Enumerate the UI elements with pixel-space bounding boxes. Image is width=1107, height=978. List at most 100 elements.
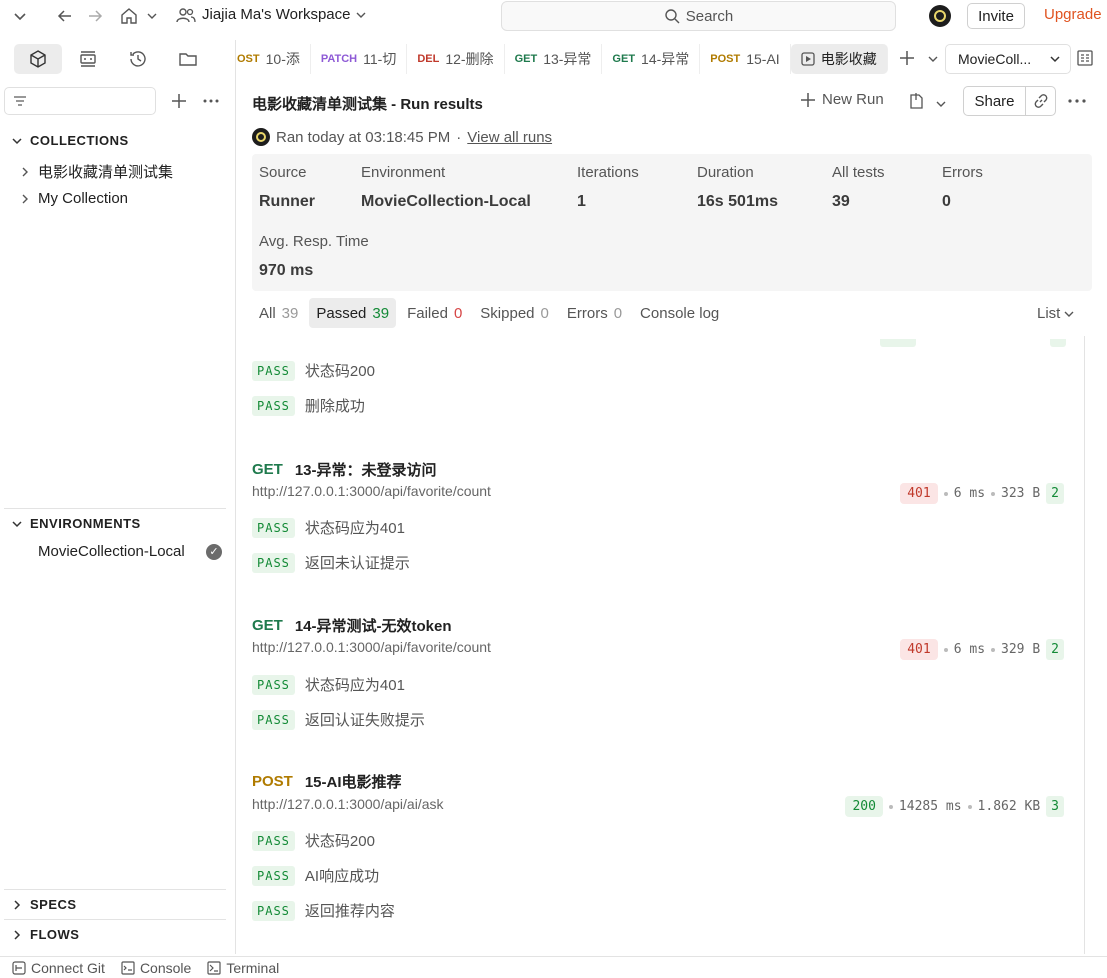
collections-section-header[interactable]: COLLECTIONS	[12, 133, 129, 148]
summary-all-tests: All tests 39	[832, 164, 885, 211]
environments-title: ENVIRONMENTS	[30, 516, 141, 531]
environments-section-header[interactable]: ENVIRONMENTS	[12, 516, 141, 531]
request-header[interactable]: POST 15-AI电影推荐	[252, 771, 402, 792]
files-tab[interactable]	[164, 44, 212, 74]
summary-value: 1	[577, 193, 586, 210]
summary-value: 970 ms	[259, 262, 314, 279]
chevron-down-icon	[1050, 56, 1060, 63]
new-tab-icon[interactable]	[898, 49, 916, 70]
response-time: 14285 ms	[898, 799, 962, 814]
filter-passed[interactable]: Passed 39	[309, 298, 397, 328]
environment-name: MovieCollection-Local	[38, 543, 185, 560]
export-icon[interactable]	[907, 92, 927, 113]
filter-label: Skipped	[480, 304, 535, 322]
status-code-badge: 401	[900, 483, 938, 504]
environment-quick-look-icon[interactable]	[1077, 50, 1093, 69]
collection-item[interactable]: My Collection	[20, 190, 128, 207]
filter-count: 0	[540, 304, 549, 322]
tab-method: OST	[237, 53, 260, 65]
menu-chevron-icon[interactable]	[10, 6, 30, 26]
flows-section-header[interactable]: FLOWS	[12, 927, 79, 942]
tab-method: POST	[710, 53, 741, 65]
run-info: Ran today at 03:18:45 PM · View all runs	[252, 128, 552, 146]
user-avatar[interactable]	[929, 5, 951, 27]
console-button[interactable]: Console	[121, 960, 191, 976]
collections-tab[interactable]	[14, 44, 62, 74]
users-icon	[176, 7, 196, 22]
tabs-dropdown-icon[interactable]	[928, 51, 938, 67]
request-tab[interactable]: GET 14-异常	[602, 44, 701, 74]
connect-git-button[interactable]: Connect Git	[12, 960, 105, 976]
add-icon[interactable]	[170, 92, 188, 113]
environments-tab[interactable]	[64, 44, 112, 74]
chevron-right-icon	[22, 167, 28, 176]
request-name: 15-AI电影推荐	[304, 774, 402, 791]
summary-iterations: Iterations 1	[577, 164, 639, 211]
copy-link-button[interactable]	[1026, 93, 1055, 109]
specs-section-header[interactable]: SPECS	[12, 897, 77, 912]
forward-arrow-icon[interactable]	[85, 6, 105, 26]
back-arrow-icon[interactable]	[55, 6, 75, 26]
runner-tab-active[interactable]: 电影收藏	[790, 44, 888, 74]
dot-separator	[888, 804, 893, 809]
more-options-icon[interactable]	[202, 92, 220, 113]
environment-select[interactable]: MovieColl...	[945, 44, 1071, 74]
dot-separator	[967, 804, 972, 809]
summary-label: Duration	[697, 164, 754, 181]
collection-item[interactable]: 电影收藏清单测试集	[20, 161, 173, 182]
tab-label: 电影收藏	[820, 51, 877, 67]
summary-value: Runner	[259, 193, 315, 210]
terminal-button[interactable]: Terminal	[207, 960, 279, 976]
test-result-row: PASS 状态码200	[252, 830, 375, 851]
workspace-switcher[interactable]: Jiajia Ma's Workspace	[176, 6, 366, 23]
status-code-badge: 200	[845, 796, 883, 817]
chevron-down-icon	[1064, 311, 1074, 317]
request-tab[interactable]: OST 10-添	[237, 44, 311, 74]
home-icon[interactable]	[119, 6, 139, 26]
test-name: 返回未认证提示	[304, 555, 410, 572]
home-dropdown-icon[interactable]	[142, 6, 162, 26]
search-icon	[665, 9, 680, 24]
tab-method: DEL	[417, 53, 440, 65]
test-result-row: PASS AI响应成功	[252, 865, 379, 886]
summary-label: Errors	[942, 164, 983, 181]
test-name: 返回认证失败提示	[304, 712, 425, 729]
pass-badge: PASS	[252, 830, 295, 851]
status-bar: Connect Git Console Terminal	[0, 956, 1107, 978]
filter-failed[interactable]: Failed 0	[400, 298, 469, 328]
environment-item[interactable]: MovieCollection-Local ✓	[38, 543, 222, 560]
filter-all[interactable]: All 39	[252, 298, 305, 328]
connect-git-label: Connect Git	[31, 959, 105, 976]
request-tab[interactable]: DEL 12-删除	[407, 44, 505, 74]
upgrade-button[interactable]: Upgrade	[1044, 6, 1102, 23]
history-tab[interactable]	[114, 44, 162, 74]
more-options-icon[interactable]	[1067, 92, 1087, 113]
request-tab[interactable]: POST 15-AI	[700, 44, 791, 74]
result-filters: All 39 Passed 39 Failed 0 Skipped 0 Erro…	[252, 298, 726, 328]
summary-label: Environment	[361, 164, 446, 181]
view-all-runs-link[interactable]: View all runs	[467, 129, 552, 146]
test-name: AI响应成功	[304, 868, 380, 885]
runner-avatar	[252, 128, 270, 146]
request-tab[interactable]: PATCH 11-切	[311, 44, 408, 74]
sidebar-filter-input[interactable]	[4, 87, 156, 115]
filter-errors[interactable]: Errors 0	[560, 298, 629, 328]
filter-console-log[interactable]: Console log	[633, 298, 726, 328]
dot-separator	[991, 647, 996, 652]
invite-button[interactable]: Invite	[967, 3, 1025, 29]
request-name: 14-异常测试-无效token	[294, 618, 452, 635]
view-mode-select[interactable]: List	[1037, 305, 1074, 322]
export-dropdown-icon[interactable]	[936, 96, 946, 112]
global-search[interactable]: Search	[501, 1, 896, 31]
request-stats: 200 14285 ms 1.862 KB 3	[845, 796, 1064, 817]
request-tabs: OST 10-添 PATCH 11-切 DEL 12-删除 GET 13-异常 …	[237, 40, 941, 78]
new-run-button[interactable]: New Run	[800, 91, 884, 108]
filter-skipped[interactable]: Skipped 0	[473, 298, 556, 328]
response-size: 1.862 KB	[977, 799, 1041, 814]
summary-label: Source	[259, 164, 307, 181]
environment-select-value: MovieColl...	[958, 51, 1032, 67]
request-tab[interactable]: GET 13-异常	[505, 44, 603, 74]
share-button[interactable]: Share	[964, 87, 1026, 115]
request-header[interactable]: GET 14-异常测试-无效token	[252, 615, 452, 636]
request-header[interactable]: GET 13-异常：未登录访问	[252, 459, 437, 480]
